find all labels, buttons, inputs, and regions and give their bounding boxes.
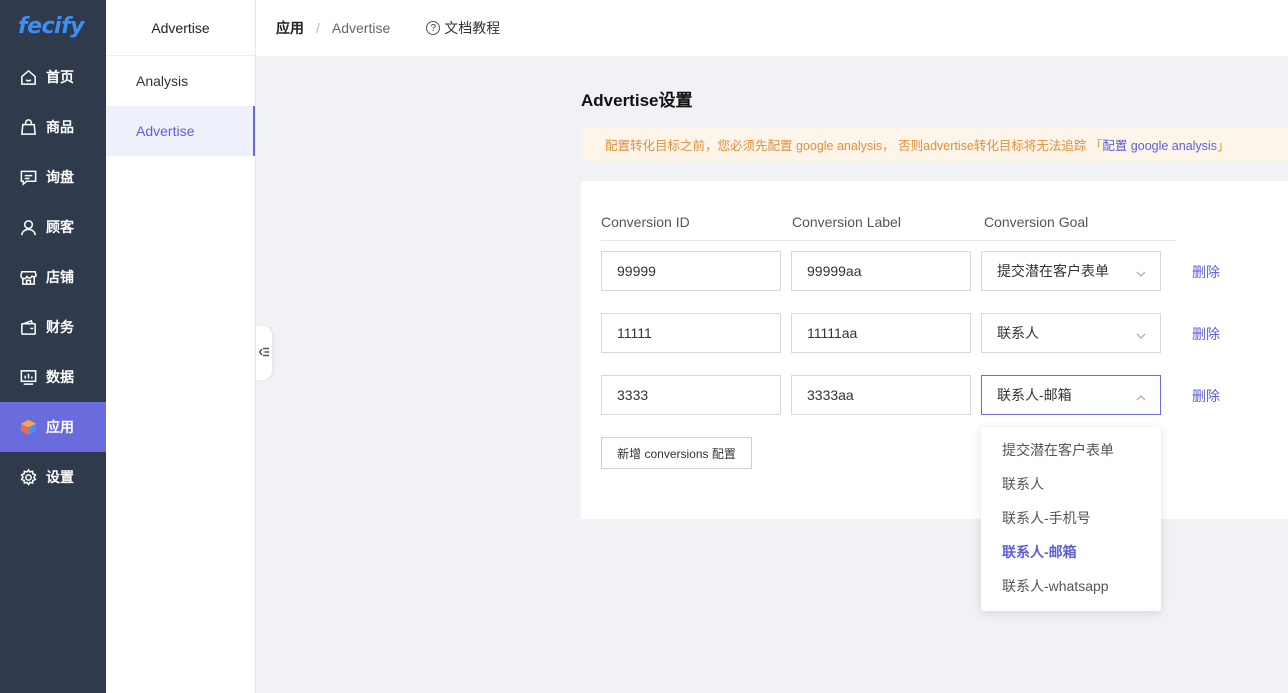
sidebar-item-home[interactable]: 首页 — [0, 52, 106, 102]
sidebar-item-settings[interactable]: 设置 — [0, 452, 106, 502]
dropdown-option[interactable]: 提交潜在客户表单 — [981, 433, 1161, 467]
sidebar-item-inquiries[interactable]: 询盘 — [0, 152, 106, 202]
dropdown-option[interactable]: 联系人-whatsapp — [981, 569, 1161, 603]
delete-row-button[interactable]: 删除 — [1192, 386, 1220, 406]
select-value: 联系人 — [997, 325, 1039, 341]
message-icon — [18, 167, 38, 187]
sidebar-item-data[interactable]: 数据 — [0, 352, 106, 402]
conversion-id-input[interactable]: 3333 — [601, 375, 781, 415]
delete-row-button[interactable]: 删除 — [1192, 324, 1220, 344]
top-bar: 应用 / Advertise ? 文档教程 — [256, 0, 1288, 56]
delete-row-button[interactable]: 删除 — [1192, 262, 1220, 282]
collapse-sidebar-button[interactable] — [256, 326, 272, 380]
wallet-icon — [18, 317, 38, 337]
dropdown-option[interactable]: 联系人 — [981, 467, 1161, 501]
chevron-down-icon — [1136, 266, 1146, 277]
bag-icon — [18, 117, 38, 137]
warning-notice: 配置转化目标之前，您必须先配置 google analysis， 否则adver… — [581, 127, 1288, 161]
column-header-id: Conversion ID — [601, 214, 690, 230]
sidebar-item-label: 商品 — [46, 119, 74, 135]
chart-icon — [18, 367, 38, 387]
sub-sidebar: Advertise Analysis Advertise — [106, 0, 256, 693]
sidebar-item-finance[interactable]: 财务 — [0, 302, 106, 352]
sub-sidebar-title: Advertise — [106, 0, 255, 56]
doc-tutorial-link[interactable]: ? 文档教程 — [426, 18, 500, 38]
sidebar-item-label: 询盘 — [46, 169, 74, 185]
conversion-label-input[interactable]: 11111aa — [791, 313, 971, 353]
home-icon — [18, 67, 38, 87]
sidebar-item-label: 数据 — [46, 369, 74, 385]
goal-dropdown-menu: 提交潜在客户表单 联系人 联系人-手机号 联系人-邮箱 联系人-whatsapp — [981, 427, 1161, 611]
sidebar-item-label: 首页 — [46, 69, 74, 85]
sidebar-item-label: 设置 — [46, 469, 74, 485]
help-icon: ? — [426, 21, 441, 35]
dropdown-option[interactable]: 联系人-手机号 — [981, 501, 1161, 535]
conversion-label-input[interactable]: 99999aa — [791, 251, 971, 291]
column-header-label: Conversion Label — [792, 214, 901, 230]
sidebar-item-label: 财务 — [46, 319, 74, 335]
app-logo[interactable]: fecify — [0, 0, 106, 52]
select-value: 联系人-邮箱 — [997, 387, 1072, 403]
sidebar-item-label: 应用 — [46, 419, 74, 435]
breadcrumb-current: Advertise — [331, 20, 391, 36]
main-sidebar: fecify 首页 商品 询盘 顾客 店铺 财务 数据 应用 设置 — [0, 0, 106, 693]
conversion-label-input[interactable]: 3333aa — [791, 375, 971, 415]
store-icon — [18, 267, 38, 287]
sub-item-advertise[interactable]: Advertise — [106, 106, 255, 156]
notice-text: 配置转化目标之前，您必须先配置 google analysis， 否则adver… — [605, 138, 1103, 153]
conversion-id-input[interactable]: 99999 — [601, 251, 781, 291]
google-analysis-link[interactable]: 配置 google analysis — [1102, 135, 1217, 154]
sub-item-analysis[interactable]: Analysis — [106, 56, 255, 106]
conversion-goal-select[interactable]: 联系人 — [981, 313, 1161, 353]
select-value: 提交潜在客户表单 — [997, 263, 1109, 279]
conversion-goal-select[interactable]: 提交潜在客户表单 — [981, 251, 1161, 291]
add-conversion-button[interactable]: 新增 conversions 配置 — [601, 437, 752, 469]
user-icon — [18, 217, 38, 237]
gear-icon — [18, 467, 38, 487]
cube-icon — [18, 417, 38, 437]
sidebar-item-products[interactable]: 商品 — [0, 102, 106, 152]
conversion-id-input[interactable]: 11111 — [601, 313, 781, 353]
doc-tutorial-label: 文档教程 — [444, 20, 501, 36]
header-divider — [601, 240, 1176, 241]
dropdown-option-selected[interactable]: 联系人-邮箱 — [981, 535, 1161, 569]
notice-suffix: 」 — [1216, 138, 1230, 153]
conversion-goal-select[interactable]: 联系人-邮箱 — [981, 375, 1161, 415]
breadcrumb-separator: / — [316, 20, 320, 36]
chevron-down-icon — [1136, 328, 1146, 339]
collapse-icon — [258, 345, 270, 361]
breadcrumb-root[interactable]: 应用 — [276, 18, 304, 38]
page-title: Advertise设置 — [581, 91, 693, 110]
sidebar-item-label: 店铺 — [46, 269, 74, 285]
sidebar-item-customers[interactable]: 顾客 — [0, 202, 106, 252]
conversion-card: Conversion ID Conversion Label Conversio… — [581, 181, 1288, 519]
sidebar-item-label: 顾客 — [46, 219, 74, 235]
sidebar-item-apps[interactable]: 应用 — [0, 402, 106, 452]
sidebar-item-store[interactable]: 店铺 — [0, 252, 106, 302]
chevron-up-icon — [1136, 390, 1146, 401]
column-header-goal: Conversion Goal — [984, 214, 1089, 230]
